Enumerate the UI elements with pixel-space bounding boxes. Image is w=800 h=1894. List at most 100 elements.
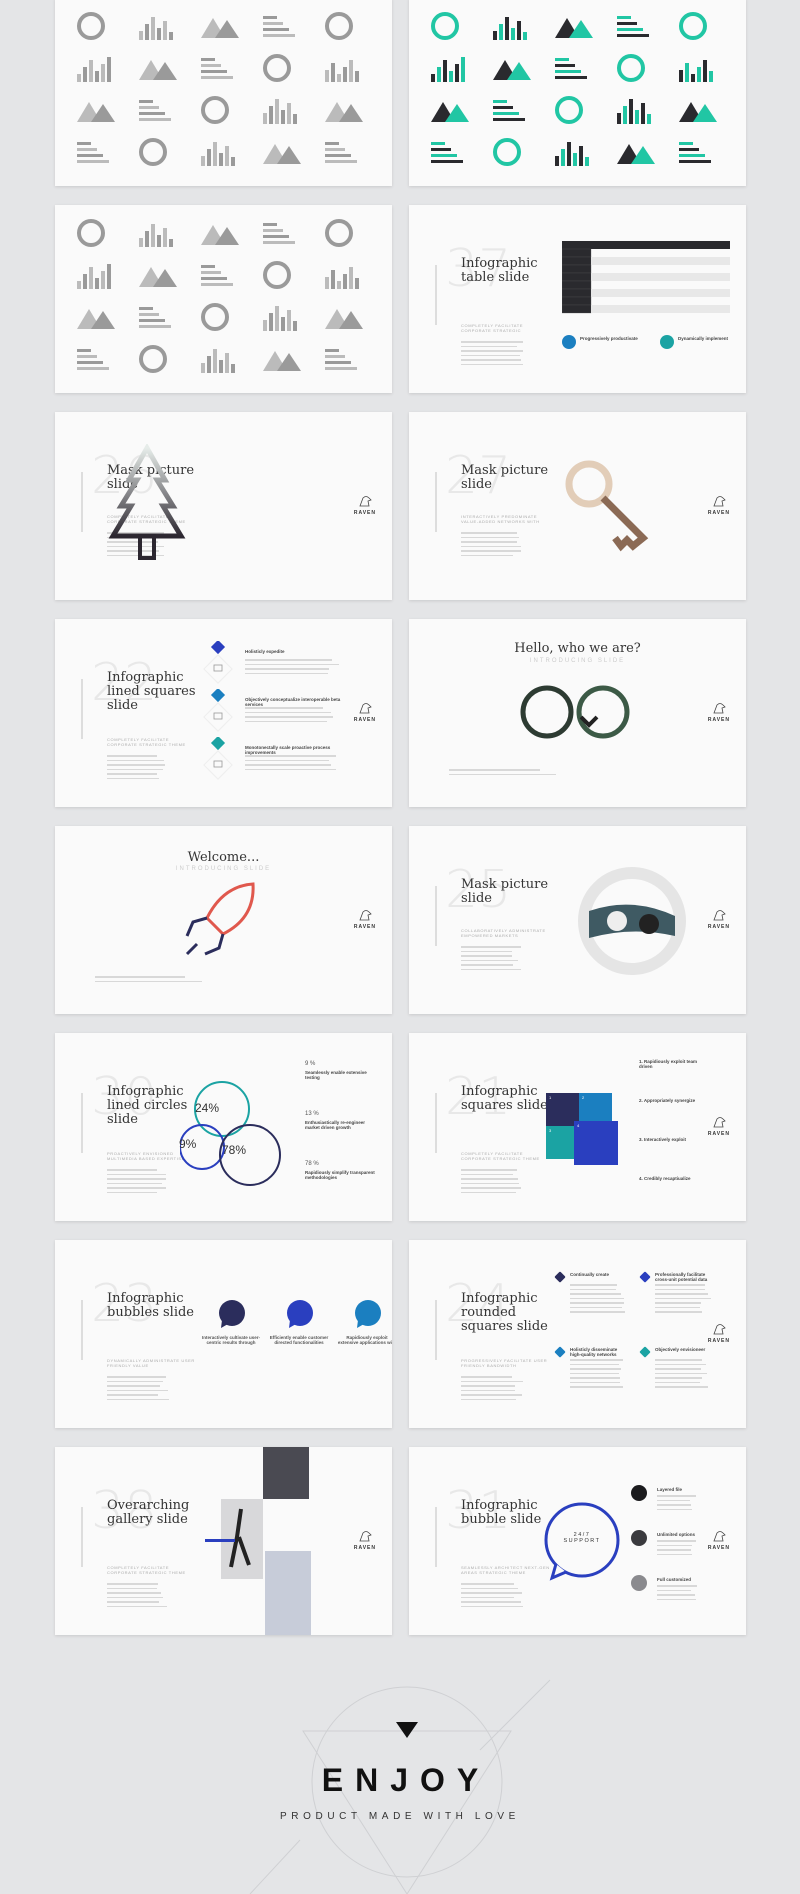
slide-9-welcome[interactable]: RAVEN Welcome... INTRODUCING SLIDE [55, 826, 392, 1014]
brand-name: RAVEN [708, 1338, 730, 1344]
slide-16-bubble[interactable]: 31 Infographic bubble slide Seamlessly arc… [409, 1447, 746, 1635]
text-line [461, 541, 517, 543]
slide-12-squares[interactable]: 21 Infographic squares slide Completely fa… [409, 1033, 746, 1221]
text-line [461, 1606, 523, 1608]
item-title: Objectively conceptualize interoperable … [245, 697, 345, 707]
vertical-caption [435, 1093, 437, 1153]
text-line [461, 969, 521, 971]
text-line [570, 1293, 621, 1295]
text-line [657, 1594, 695, 1596]
brand-name: RAVEN [708, 1545, 730, 1551]
slide-8-hello[interactable]: RAVEN Hello, who we are? INTRODUCING SLIDE [409, 619, 746, 807]
feature-icon-2 [631, 1530, 647, 1551]
feature-icon-3 [631, 1575, 647, 1596]
text-line [245, 760, 329, 762]
slide-3-charts-3d[interactable] [55, 205, 392, 393]
body-text-lines [570, 1359, 626, 1391]
list-item: Objectively conceptualize interoperable … [245, 697, 345, 709]
vertical-caption [435, 472, 437, 532]
brand-logo: RAVEN [708, 1529, 730, 1551]
slide-4-table[interactable]: 37 Infographic table slide Completely faci… [409, 205, 746, 393]
item-title: Continually create [570, 1272, 628, 1277]
text-line [570, 1311, 625, 1313]
text-line [107, 760, 164, 762]
text-line [107, 1381, 163, 1383]
list-item: Professionally facilitate cross-unit pot… [655, 1272, 713, 1284]
list-item: Continually create [570, 1272, 628, 1279]
text-line [245, 664, 339, 666]
support-label: 24/7 SUPPORT [559, 1532, 605, 1544]
brand-name: RAVEN [354, 510, 376, 516]
intro-tagline: INTRODUCING SLIDE [55, 866, 392, 872]
item-title: Professionally facilitate cross-unit pot… [655, 1272, 713, 1282]
text-line [461, 1588, 518, 1590]
venn-circles [180, 1079, 290, 1194]
footer-tagline: PRODUCT MADE WITH LOVE [0, 1811, 800, 1822]
item-title: 1. Rapidiously exploit team driven [639, 1059, 699, 1069]
text-line [107, 1385, 160, 1387]
stat-item: 9 % Seamlessly enable extensive testing [305, 1061, 375, 1082]
text-line [107, 1187, 166, 1189]
text-line [245, 673, 328, 675]
text-line [570, 1373, 619, 1375]
text-line [655, 1311, 702, 1313]
text-line [107, 764, 165, 766]
diamond-icon-3 [200, 737, 240, 788]
text-line [107, 778, 159, 780]
text-line [107, 1601, 159, 1603]
vertical-caption [81, 472, 83, 532]
text-line [461, 1394, 522, 1396]
text-line [461, 537, 519, 539]
text-line [107, 1390, 168, 1392]
body-text-lines [461, 1169, 523, 1196]
photo-gallery [205, 1447, 315, 1635]
item-title: Holisticly expedite [245, 649, 345, 654]
text-line [655, 1302, 701, 1304]
speech-bubble-icon-3 [354, 1300, 384, 1335]
slide-10-mask-circle[interactable]: 25 Mask picture slide Collaboratively admi… [409, 826, 746, 1014]
slide-6-mask-key[interactable]: 27 Mask picture slide Interactively predom… [409, 412, 746, 600]
text-line [657, 1495, 696, 1497]
slide-13-bubbles[interactable]: 23 Infographic bubbles slide Dynamically a… [55, 1240, 392, 1428]
tile-number: 2 [582, 1095, 584, 1100]
slide-title: Infographic rounded squares slide [461, 1292, 571, 1334]
slide-5-mask-tree[interactable]: 26 Mask picture slide Completely facilitat… [55, 412, 392, 600]
slide-1-icons-grey[interactable] [55, 0, 392, 186]
speech-bubble-icon-1 [218, 1300, 248, 1335]
data-table [562, 241, 742, 336]
slide-7-lined-squares[interactable]: 22 Infographic lined squares slide Complet… [55, 619, 392, 807]
brand-logo: RAVEN [708, 494, 730, 516]
brand-name: RAVEN [708, 1131, 730, 1137]
slide-title: Infographic bubbles slide [107, 1292, 217, 1320]
text-line [245, 659, 332, 661]
text-line [461, 546, 521, 548]
bubble-caption: Efficiently enable customer directed fun… [268, 1335, 330, 1345]
speech-bubble [542, 1502, 622, 1587]
text-line [107, 1376, 166, 1378]
text-line [655, 1298, 711, 1300]
text-line [461, 532, 517, 534]
slide-subtitle: Collaboratively administrate empowered m… [461, 928, 551, 938]
brand-name: RAVEN [708, 510, 730, 516]
slide-14-rounded[interactable]: 24 Infographic rounded squares slide Progr… [409, 1240, 746, 1428]
text-line [570, 1368, 621, 1370]
slide-2-icons-teal[interactable] [409, 0, 746, 186]
text-line [245, 707, 323, 709]
slide-subtitle: Completely facilitate corporate strategi… [107, 1565, 197, 1575]
infographic-icon-set [409, 0, 746, 186]
tile-number: 4 [577, 1123, 579, 1128]
vertical-caption [435, 886, 437, 946]
slide-15-gallery[interactable]: 38 Overarching gallery slide Completely fa… [55, 1447, 392, 1635]
text-line [655, 1364, 706, 1366]
text-line [95, 981, 202, 983]
text-line [461, 1583, 514, 1585]
feature-icon-1 [562, 335, 576, 354]
circle-value: 78% [222, 1143, 246, 1157]
item-title: 3. Interactively exploit [639, 1137, 699, 1142]
vertical-caption [81, 1093, 83, 1153]
text-line [461, 1178, 518, 1180]
brand-name: RAVEN [708, 717, 730, 723]
slide-11-circles[interactable]: 30 Infographic lined circles slide Proacti… [55, 1033, 392, 1221]
brand-logo: RAVEN [354, 908, 376, 930]
stat-value: 13 % [305, 1111, 375, 1117]
